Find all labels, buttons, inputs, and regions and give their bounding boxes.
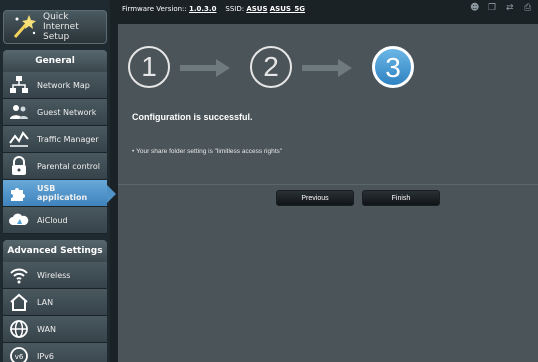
sidebar-item-label: Network Map — [37, 80, 90, 90]
quick-internet-setup-label: Quick Internet Setup — [43, 12, 106, 42]
sidebar: Quick Internet Setup General Network Map… — [0, 0, 116, 362]
user-icon[interactable]: ☻ — [470, 3, 480, 13]
traffic-manager-icon — [9, 129, 29, 149]
firmware-info: Firmware Version:: 1.0.3.0 SSID: ASUS AS… — [122, 5, 305, 13]
step-1: 1 — [128, 46, 170, 88]
sidebar-item-label: IPv6 — [37, 351, 55, 361]
cloud-icon — [9, 210, 29, 230]
quick-internet-setup-button[interactable]: Quick Internet Setup — [3, 10, 107, 44]
home-icon — [9, 292, 29, 312]
sidebar-item-label: Parental control — [37, 161, 101, 171]
ssid-link-5g[interactable]: ASUS_5G — [270, 5, 305, 13]
advanced-section-title: Advanced Settings — [3, 240, 107, 262]
sidebar-item-label: AiCloud — [37, 215, 68, 225]
sidebar-item-label: Traffic Manager — [37, 134, 99, 144]
sidebar-item-label: WAN — [37, 324, 56, 334]
svg-text:v6: v6 — [15, 353, 24, 361]
lock-icon — [9, 156, 29, 176]
step-arrow-icon — [302, 59, 352, 77]
ssid-link-24g[interactable]: ASUS — [246, 5, 267, 13]
step-2: 2 — [250, 46, 292, 88]
globe-icon — [9, 319, 29, 339]
sidebar-item-wireless[interactable]: Wireless — [3, 262, 107, 289]
firmware-version-link[interactable]: 1.0.3.0 — [189, 5, 216, 13]
printer-icon[interactable]: ⎙ — [524, 3, 534, 13]
sidebar-item-usb-application[interactable]: USB application — [3, 180, 116, 207]
page-title: Configuration is successful. — [132, 112, 253, 122]
general-menu: Network Map Guest Network Traffic Manage… — [3, 72, 116, 234]
wireless-icon — [9, 265, 29, 285]
previous-button[interactable]: Previous — [276, 190, 354, 206]
sidebar-item-parental-control[interactable]: Parental control — [3, 153, 107, 180]
sidebar-item-label: Guest Network — [37, 107, 97, 117]
firmware-label: Firmware Version:: — [122, 5, 187, 13]
ssid-label: SSID: — [225, 5, 245, 13]
sidebar-item-wan[interactable]: WAN — [3, 316, 107, 343]
guest-network-icon — [9, 102, 29, 122]
sidebar-item-label: LAN — [37, 297, 54, 307]
general-section-title: General — [3, 50, 107, 72]
usb-icon[interactable]: ⇄ — [506, 3, 516, 13]
wizard-stepper: 1 2 3 — [128, 46, 428, 96]
sidebar-item-label: USB application — [37, 184, 88, 202]
sidebar-item-label: Wireless — [37, 270, 71, 280]
copy-icon[interactable]: ❐ — [488, 3, 498, 13]
ipv6-icon: v6 — [9, 346, 29, 362]
finish-button[interactable]: Finish — [362, 190, 440, 206]
step-3-current: 3 — [372, 46, 414, 88]
qis-label-line2: Setup — [43, 32, 70, 42]
magic-wand-icon — [9, 13, 37, 41]
divider — [118, 184, 538, 185]
puzzle-icon — [9, 183, 29, 203]
step-arrow-icon — [180, 59, 230, 77]
top-bar: Firmware Version:: 1.0.3.0 SSID: ASUS AS… — [118, 0, 538, 22]
advanced-menu: Wireless LAN WAN v6 IPv6 — [3, 262, 107, 362]
network-map-icon — [9, 75, 29, 95]
sidebar-item-traffic-manager[interactable]: Traffic Manager — [3, 126, 107, 153]
sidebar-item-network-map[interactable]: Network Map — [3, 72, 107, 99]
sidebar-item-guest-network[interactable]: Guest Network — [3, 99, 107, 126]
qis-label-line1: Quick Internet — [43, 12, 79, 32]
main-panel: 1 2 3 Configuration is successful. • You… — [118, 24, 538, 362]
status-message: • Your share folder setting is "limitles… — [132, 148, 282, 155]
status-icons: ☻ ❐ ⇄ ⎙ — [470, 3, 534, 13]
sidebar-item-ipv6[interactable]: v6 IPv6 — [3, 343, 107, 362]
status-message-text: Your share folder setting is "limitless … — [136, 148, 283, 155]
sidebar-item-lan[interactable]: LAN — [3, 289, 107, 316]
sidebar-item-aicloud[interactable]: AiCloud — [3, 207, 107, 234]
